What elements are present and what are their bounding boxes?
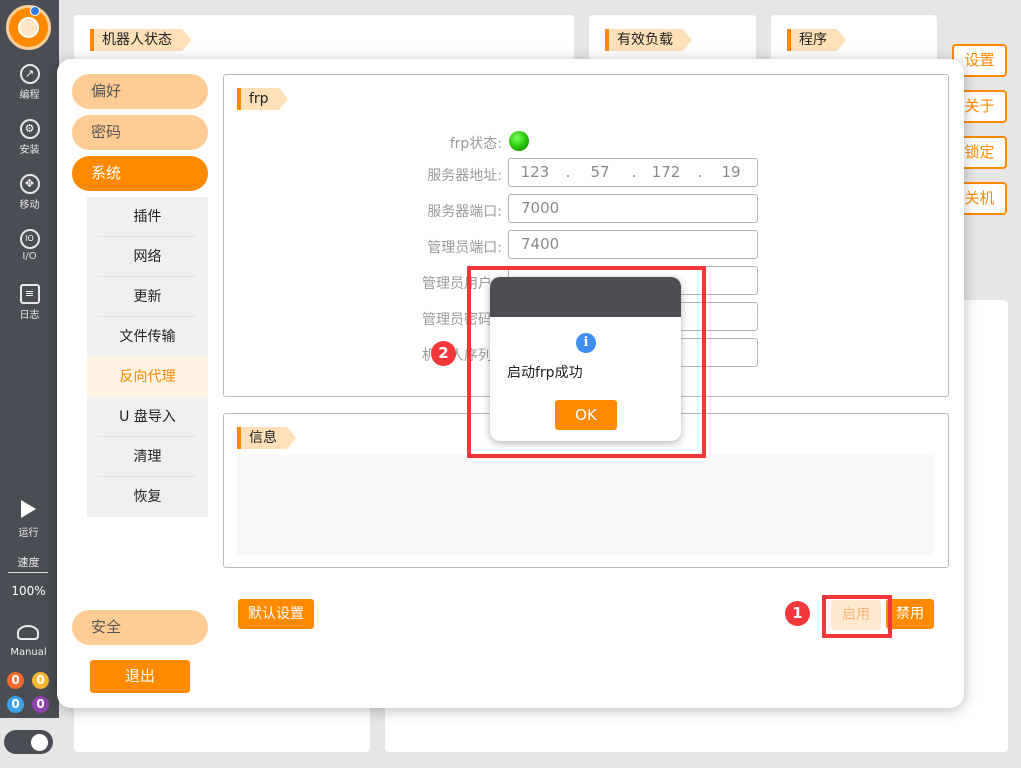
menu-preference[interactable]: 偏好: [72, 74, 208, 109]
run-icon[interactable]: [21, 500, 36, 518]
default-settings-button[interactable]: 默认设置: [238, 599, 314, 629]
speed-label: 速度: [17, 556, 40, 569]
server-port-label: 服务器端口:: [427, 204, 502, 220]
submenu-file-transfer[interactable]: 文件传输: [87, 317, 208, 357]
speed-value[interactable]: 100%: [0, 584, 57, 598]
highlight-enable-box: [822, 595, 892, 638]
server-address-input[interactable]: 123 . 57 . 172 . 19: [508, 158, 758, 187]
frp-panel-title: frp: [237, 88, 288, 110]
card-robot-status-title: 机器人状态: [90, 29, 191, 51]
programming-icon: ↗: [19, 64, 40, 84]
nav-io[interactable]: IO I/O: [0, 223, 59, 275]
submenu-update[interactable]: 更新: [87, 277, 208, 317]
disable-button[interactable]: 禁用: [886, 599, 934, 629]
nav-install[interactable]: ⚙ 安装: [0, 113, 59, 165]
nav-log-label: 日志: [19, 310, 40, 321]
ip-dot: .: [565, 163, 571, 181]
nav-programming-label: 编程: [19, 90, 40, 101]
admin-port-label: 管理员端口:: [427, 240, 502, 256]
card-payload-title: 有效负载: [605, 29, 692, 51]
exit-button[interactable]: 退出: [90, 660, 190, 693]
server-ip-octet-3[interactable]: 172: [646, 159, 686, 186]
install-icon: ⚙: [19, 119, 40, 139]
card-program-title: 程序: [787, 29, 846, 51]
robot-logo[interactable]: [6, 5, 51, 50]
robot-serial-label: 机器人序列号: [422, 348, 506, 364]
counter-top-left: 0: [7, 672, 24, 689]
server-ip-octet-2[interactable]: 57: [580, 159, 620, 186]
nav-programming[interactable]: ↗ 编程: [0, 58, 59, 110]
admin-user-label: 管理员用户: [422, 276, 492, 292]
counter-bottom-right: 0: [32, 696, 49, 713]
speed-divider: [8, 572, 48, 573]
frp-status-indicator-icon: [509, 131, 529, 151]
nav-log[interactable]: ≡ 日志: [0, 278, 59, 330]
server-ip-octet-1[interactable]: 123: [515, 159, 555, 186]
ip-dot: .: [697, 163, 703, 181]
ip-dot: .: [631, 163, 637, 181]
step-1-marker: 1: [785, 601, 810, 626]
nav-io-label: I/O: [22, 251, 37, 262]
frp-status-label: frp状态:: [449, 136, 502, 152]
run-label: 运行: [18, 528, 39, 539]
menu-password[interactable]: 密码: [72, 115, 208, 150]
highlight-dialog-box: [467, 266, 706, 458]
info-log-area: [237, 455, 934, 555]
step-2-marker: 2: [431, 341, 456, 366]
submenu-plugins[interactable]: 插件: [87, 197, 208, 237]
robot-arm-icon: [18, 17, 39, 38]
submenu-restore[interactable]: 恢复: [87, 477, 208, 517]
nav-install-label: 安装: [19, 145, 40, 156]
io-icon: IO: [19, 229, 40, 249]
server-address-label: 服务器地址:: [427, 168, 502, 184]
server-ip-octet-4[interactable]: 19: [711, 159, 751, 186]
manual-mode-icon[interactable]: [17, 625, 39, 640]
log-icon: ≡: [19, 284, 40, 304]
submenu-usb-import[interactable]: U 盘导入: [87, 397, 208, 437]
menu-security[interactable]: 安全: [72, 610, 208, 645]
counter-top-right: 0: [32, 672, 49, 689]
menu-system[interactable]: 系统: [72, 156, 208, 191]
mode-label: Manual: [10, 647, 47, 658]
move-icon: ✥: [19, 174, 40, 194]
counter-bottom-left: 0: [7, 696, 24, 713]
submenu-clean[interactable]: 清理: [87, 437, 208, 477]
check-badge-icon: [30, 6, 40, 16]
submenu-network[interactable]: 网络: [87, 237, 208, 277]
info-panel-title: 信息: [237, 427, 296, 449]
power-toggle-knob-icon[interactable]: [29, 732, 50, 753]
admin-password-label: 管理员密码: [422, 312, 492, 328]
admin-port-input[interactable]: 7400: [508, 230, 758, 259]
nav-move-label: 移动: [19, 200, 40, 211]
submenu-reverse-proxy[interactable]: 反向代理: [87, 357, 208, 397]
server-port-input[interactable]: 7000: [508, 194, 758, 223]
nav-move[interactable]: ✥ 移动: [0, 168, 59, 220]
